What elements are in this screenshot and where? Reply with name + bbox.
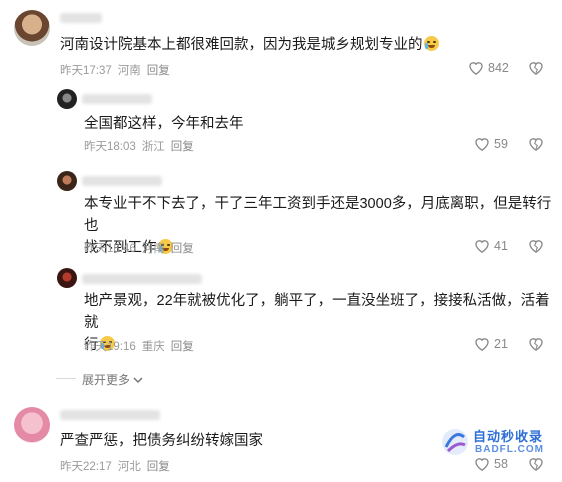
heart-outline-icon: [475, 240, 489, 253]
username[interactable]: [82, 94, 152, 104]
watermark-title: 自动秒收录: [473, 429, 544, 444]
avatar[interactable]: [57, 171, 77, 191]
broken-heart-icon[interactable]: [528, 136, 544, 151]
reply-button[interactable]: 回复: [171, 243, 194, 255]
username[interactable]: [60, 410, 160, 420]
chevron-down-icon: [133, 377, 143, 384]
timestamp: 昨天22:17: [60, 461, 112, 473]
watermark: 自动秒收录 BADFL.COM: [440, 424, 558, 460]
location: 河北: [117, 461, 141, 473]
like-count: 842: [488, 60, 509, 75]
timestamp: 昨天17:37: [60, 65, 112, 77]
avatar[interactable]: [57, 89, 77, 109]
timestamp: 昨天19:16: [84, 341, 136, 353]
reply-button[interactable]: 回复: [171, 141, 194, 153]
crying-face-emoji-icon: [423, 36, 439, 51]
watermark-logo-icon: [442, 429, 468, 455]
location: 河南: [117, 65, 141, 77]
heart-outline-icon: [475, 338, 489, 351]
like-count: 21: [494, 336, 508, 351]
comment-text: 严查严惩，把债务纠纷转嫁国家: [60, 433, 263, 449]
comment-meta: 昨天17:37 河南 回复: [60, 62, 176, 78]
location: 浙江: [141, 141, 165, 153]
avatar[interactable]: [14, 10, 50, 46]
username[interactable]: [60, 13, 102, 23]
reply-button[interactable]: 回复: [147, 65, 170, 77]
like-button[interactable]: 59: [474, 136, 508, 151]
location: 河南: [141, 243, 165, 255]
like-button[interactable]: 41: [474, 238, 508, 253]
reply-button[interactable]: 回复: [171, 341, 194, 353]
broken-heart-icon[interactable]: [528, 60, 544, 75]
reply-meta: 昨天18:46 河南 回复: [84, 240, 200, 256]
timestamp: 昨天18:03: [84, 141, 136, 153]
reply-meta: 昨天19:16 重庆 回复: [84, 338, 200, 354]
username[interactable]: [82, 176, 162, 186]
avatar[interactable]: [14, 407, 50, 443]
like-button[interactable]: 21: [474, 336, 508, 351]
like-button[interactable]: 842: [468, 60, 509, 75]
like-count: 59: [494, 136, 508, 151]
broken-heart-icon[interactable]: [528, 238, 544, 253]
comment-meta: 昨天22:17 河北 回复: [60, 458, 176, 474]
reply-meta: 昨天18:03 浙江 回复: [84, 138, 200, 154]
like-count: 41: [494, 238, 508, 253]
heart-outline-icon: [475, 138, 489, 151]
avatar[interactable]: [57, 268, 77, 288]
watermark-url: BADFL.COM: [475, 444, 544, 455]
timestamp: 昨天18:46: [84, 243, 136, 255]
reply-button[interactable]: 回复: [147, 461, 170, 473]
location: 重庆: [141, 341, 165, 353]
reply-text: 全国都这样，今年和去年: [84, 116, 244, 132]
expand-divider: [56, 378, 76, 379]
username[interactable]: [82, 274, 202, 284]
heart-outline-icon: [469, 62, 483, 75]
expand-more-button[interactable]: 展开更多: [82, 371, 143, 388]
broken-heart-icon[interactable]: [528, 336, 544, 351]
comment-text: 河南设计院基本上都很难回款，因为我是城乡规划专业的: [60, 34, 439, 56]
